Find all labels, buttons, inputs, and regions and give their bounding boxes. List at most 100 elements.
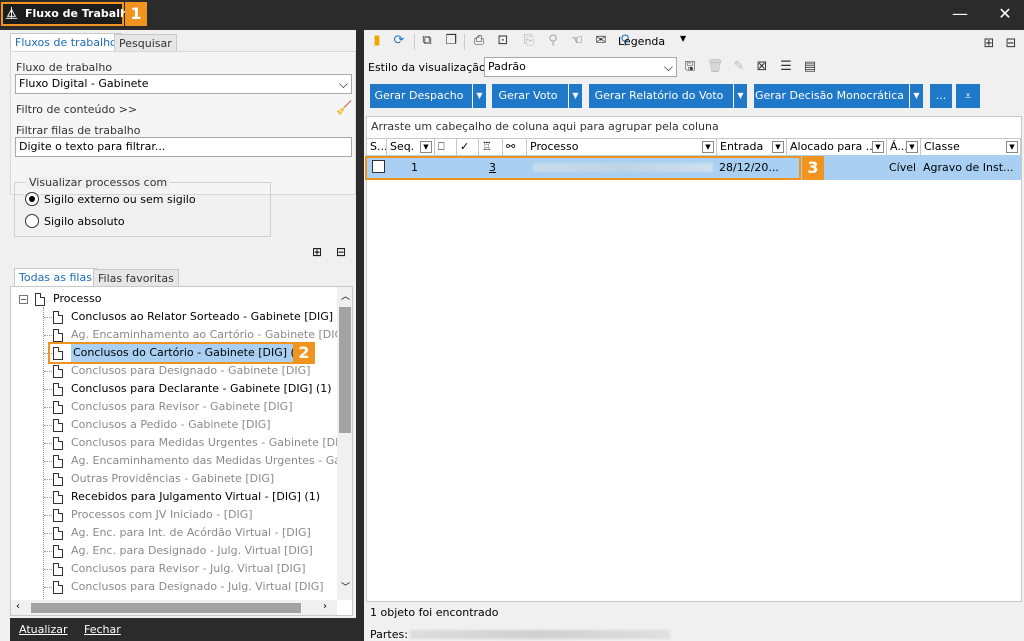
vertical-scrollbar[interactable]: ︿ ﹀: [337, 287, 352, 600]
tree-expand-right-icon[interactable]: ⊞: [980, 35, 998, 53]
person-search-icon[interactable]: ⚲: [544, 32, 562, 50]
tree-branch-line: [44, 497, 52, 498]
dropdown-arrow-icon-3[interactable]: ▼: [733, 84, 747, 108]
column-link[interactable]: ⚯: [503, 139, 527, 156]
content-filter-link[interactable]: Filtro de conteúdo >>: [16, 103, 137, 116]
column-bookmark[interactable]: ⎕: [435, 139, 457, 156]
tree-root[interactable]: Processo: [35, 290, 101, 308]
tree-item[interactable]: Conclusos a Pedido - Gabinete [DIG]: [53, 416, 271, 434]
filter-icon[interactable]: ▼: [420, 141, 432, 153]
tree-item[interactable]: Ag. Enc. para Int. de Acórdão Virtual - …: [53, 524, 311, 542]
tree-item[interactable]: Outras Providências - Gabinete [DIG]: [53, 470, 274, 488]
tree-item[interactable]: Conclusos para Designado - Julg. Virtual…: [53, 578, 324, 596]
tree-item-label: Ag. Encaminhamento das Medidas Urgentes …: [71, 454, 353, 467]
tree-item[interactable]: Conclusos para Medidas Urgentes - Gabine…: [53, 434, 351, 452]
filter-icon-6[interactable]: ▼: [1006, 141, 1018, 153]
column-s[interactable]: S...: [367, 139, 387, 156]
generate-order-button[interactable]: Gerar Despacho ▼: [370, 84, 486, 108]
column-count[interactable]: ♖: [479, 139, 503, 156]
column-seq[interactable]: Seq. ▼: [387, 139, 435, 156]
scroll-left-icon[interactable]: ‹: [16, 601, 20, 612]
tree-collapse-icon[interactable]: ⊟: [336, 245, 346, 259]
scroll-thumb[interactable]: [339, 307, 351, 433]
scroll-right-icon[interactable]: ›: [323, 601, 327, 612]
generate-report-button[interactable]: Gerar Relatório do Voto ▼: [589, 84, 747, 108]
layout-icon[interactable]: ▤: [801, 58, 819, 76]
radio-external[interactable]: [25, 192, 39, 206]
filter-queues-input[interactable]: Digite o texto para filtrar...: [15, 137, 352, 157]
column-check[interactable]: ✓: [457, 139, 479, 156]
print-icon[interactable]: ⎙: [470, 32, 488, 50]
horizontal-scrollbar[interactable]: ‹ ›: [11, 600, 337, 615]
tab-favorite-queues[interactable]: Filas favoritas: [93, 269, 179, 287]
scroll-down-icon[interactable]: ﹀: [341, 580, 350, 593]
delete-icon[interactable]: 🗑: [706, 58, 724, 76]
tree-item[interactable]: Conclusos para Declarante - Gabinete [DI…: [53, 380, 332, 398]
document-icon: [53, 418, 63, 432]
filter-queues-label: Filtrar filas de trabalho: [16, 124, 141, 137]
hand-icon[interactable]: ☜: [568, 32, 586, 50]
excel-icon[interactable]: ⊠: [753, 58, 771, 76]
workflow-select[interactable]: Fluxo Digital - Gabinete ⌵: [15, 74, 352, 94]
check-icon: ✓: [460, 140, 470, 153]
column-classe[interactable]: Classe ▼: [921, 139, 1021, 156]
column-area[interactable]: Á... ▼: [887, 139, 921, 156]
column-alocado[interactable]: Alocado para ... ▼: [787, 139, 887, 156]
column-entrada-label: Entrada: [720, 140, 764, 153]
tab-all-queues[interactable]: Todas as filas: [14, 268, 97, 286]
dropdown-arrow-icon-4[interactable]: ▼: [909, 84, 923, 108]
tree-item[interactable]: Ag. Enc. para Designado - Julg. Virtual …: [53, 542, 313, 560]
filter-menu-button[interactable]: ⩡: [956, 84, 980, 108]
refresh-icon[interactable]: ⟳: [390, 32, 408, 50]
tree-item[interactable]: Conclusos para Designado - Gabinete [DIG…: [53, 362, 310, 380]
comment-icon[interactable]: ✉: [592, 32, 610, 50]
scroll-up-icon[interactable]: ︿: [341, 289, 350, 302]
more-button[interactable]: ...: [930, 84, 952, 108]
column-entrada[interactable]: Entrada ▼: [717, 139, 787, 156]
attachment-icon[interactable]: ⎘: [520, 32, 538, 50]
tree-expand-icon[interactable]: ⊞: [312, 245, 322, 259]
close-button[interactable]: ✕: [990, 0, 1020, 30]
tree-branch-line: [44, 461, 52, 462]
radio-absolute-label: Sigilo absoluto: [44, 215, 125, 228]
broom-icon[interactable]: 🧹: [336, 101, 352, 116]
refresh-button[interactable]: Atualizar: [19, 623, 68, 636]
copy-window-icon[interactable]: ❐: [442, 32, 460, 50]
filter-icon-2[interactable]: ▼: [702, 141, 714, 153]
tab-workflows[interactable]: Fluxos de trabalho: [10, 33, 122, 51]
generate-decision-button[interactable]: Gerar Decisão Monocrática ▼: [754, 84, 923, 108]
tree-item[interactable]: Conclusos para Revisor - Gabinete [DIG]: [53, 398, 293, 416]
generate-report-label: Gerar Relatório do Voto: [594, 89, 724, 102]
legend-dropdown[interactable]: Legenda: [618, 35, 665, 48]
pane-splitter[interactable]: [356, 30, 364, 641]
generate-vote-button[interactable]: Gerar Voto ▼: [492, 84, 582, 108]
dropdown-arrow-icon[interactable]: ▼: [472, 84, 486, 108]
tree-item[interactable]: Processos com JV Iniciado - [DIG]: [53, 506, 253, 524]
hscroll-thumb[interactable]: [31, 603, 301, 613]
tab-search[interactable]: Pesquisar: [114, 34, 177, 52]
check-window-icon[interactable]: ⧉: [418, 32, 436, 50]
column-process[interactable]: Processo ▼: [527, 139, 717, 156]
title-bar: ⏅ Fluxo de Trabalho 1 — ✕: [0, 0, 1024, 30]
radio-absolute[interactable]: [25, 214, 39, 228]
view-style-select[interactable]: Padrão ⌵: [484, 57, 677, 77]
filter-icon-5[interactable]: ▼: [906, 141, 918, 153]
window-title: ⏅ Fluxo de Trabalho: [1, 2, 135, 26]
tree-item[interactable]: Ag. Encaminhamento das Medidas Urgentes …: [53, 452, 353, 470]
edit-icon[interactable]: ✎: [730, 58, 748, 76]
document-list-icon[interactable]: ☰: [777, 58, 795, 76]
tree-item[interactable]: Recebidos para Julgamento Virtual - [DIG…: [53, 488, 320, 506]
save-window-icon[interactable]: ⊡: [494, 32, 512, 50]
tree-item[interactable]: Conclusos para Revisor - Julg. Virtual […: [53, 560, 306, 578]
tree-toggle-icon[interactable]: −: [19, 295, 28, 304]
tree-item[interactable]: Conclusos ao Relator Sorteado - Gabinete…: [53, 308, 352, 326]
bookmark-icon[interactable]: ▮: [368, 32, 386, 50]
filter-icon-4[interactable]: ▼: [872, 141, 884, 153]
tree-collapse-right-icon[interactable]: ⊟: [1002, 35, 1020, 53]
close-footer-button[interactable]: Fechar: [84, 623, 121, 636]
filter-icon-3[interactable]: ▼: [772, 141, 784, 153]
dropdown-arrow-icon-2[interactable]: ▼: [568, 84, 582, 108]
save-icon[interactable]: 🖫: [681, 58, 699, 76]
minimize-button[interactable]: —: [945, 0, 975, 30]
legend-caret-icon[interactable]: ▼: [680, 34, 686, 43]
